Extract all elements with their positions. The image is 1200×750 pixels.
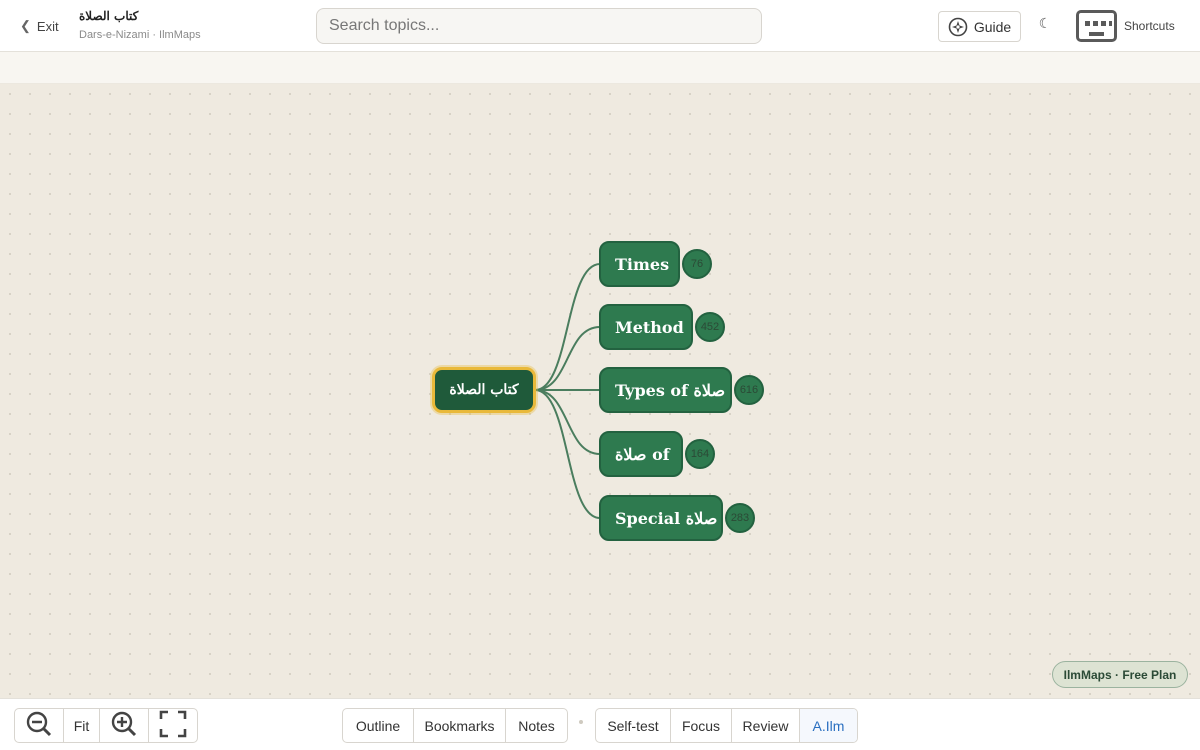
zoom-in-button[interactable] (100, 709, 149, 742)
top-bar: ❮ Exit كتاب الصلاة Dars-e-Nizami · IlmMa… (0, 0, 1200, 52)
tab-review[interactable]: Review (732, 709, 800, 742)
bottom-toolbar: Fit Outline Bookmarks Notes Self-test Fo… (0, 698, 1200, 750)
root-node[interactable]: كتاب الصلاة (432, 367, 536, 413)
plan-badge[interactable]: IlmMaps · Free Plan (1052, 661, 1188, 688)
panel-tabs: Outline Bookmarks Notes (342, 708, 568, 743)
tab-outline-label: Outline (355, 717, 401, 734)
edge-special (534, 389, 601, 519)
topic-node-times[interactable]: Times (599, 241, 680, 287)
fullscreen-icon (159, 710, 187, 741)
fullscreen-button[interactable] (149, 709, 197, 742)
edge-method (534, 326, 601, 391)
secondary-toolbar (0, 52, 1200, 84)
topic-node-special-salah[interactable]: Special صلاة (599, 495, 723, 541)
tab-self-test[interactable]: Self-test (596, 709, 671, 742)
moon-icon: ☾ (1038, 16, 1052, 32)
topic-node-label: Special صلاة (615, 508, 718, 528)
zoom-controls: Fit (14, 708, 198, 743)
guide-button[interactable]: Guide (938, 11, 1021, 42)
map-title-block: كتاب الصلاة Dars-e-Nizami · IlmMaps (79, 8, 201, 42)
tab-a-ilm[interactable]: A.Ilm (800, 709, 857, 742)
edge-times (534, 263, 601, 391)
topic-node-label: صلاة of (615, 444, 670, 464)
tab-focus[interactable]: Focus (671, 709, 732, 742)
tab-bookmarks[interactable]: Bookmarks (414, 709, 506, 742)
page-subtitle: Dars-e-Nizami · IlmMaps (79, 29, 201, 41)
mindmap-canvas[interactable]: كتاب الصلاة Times 76 Method 452 Types of… (0, 84, 1200, 698)
topic-node-label: Method (615, 317, 684, 337)
count-badge: 76 (682, 249, 712, 279)
topic-node-label: Types of صلاة (615, 380, 726, 400)
compass-icon (948, 17, 968, 37)
mode-tabs: Self-test Focus Review A.Ilm (595, 708, 858, 743)
count-badge: 452 (695, 312, 725, 342)
zoom-in-icon (110, 710, 138, 741)
shortcuts-button[interactable]: Shortcuts (1076, 10, 1175, 42)
tab-self-test-label: Self-test (607, 717, 659, 734)
fit-button[interactable]: Fit (64, 709, 100, 742)
separator-dot (579, 720, 583, 724)
topic-node-method[interactable]: Method (599, 304, 693, 350)
tab-focus-label: Focus (681, 717, 721, 734)
topic-node-salah-of[interactable]: صلاة of (599, 431, 683, 477)
topic-node-label: Times (615, 254, 670, 274)
zoom-out-icon (25, 710, 53, 741)
tab-review-label: Review (742, 717, 789, 734)
topic-node-types-of-salah[interactable]: Types of صلاة (599, 367, 732, 413)
count-badge: 164 (685, 439, 715, 469)
tab-notes-label: Notes (518, 717, 555, 734)
zoom-out-button[interactable] (15, 709, 64, 742)
tab-outline[interactable]: Outline (343, 709, 414, 742)
exit-button[interactable]: ❮ Exit (20, 16, 59, 36)
tab-bookmarks-label: Bookmarks (424, 717, 495, 734)
guide-label: Guide (973, 18, 1012, 35)
exit-label: Exit (36, 18, 59, 34)
count-badge: 616 (734, 375, 764, 405)
root-node-label: كتاب الصلاة (449, 382, 519, 398)
edge-salah-of (534, 389, 601, 455)
keyboard-icon (1076, 10, 1117, 42)
chevron-left-icon: ❮ (20, 18, 31, 33)
page-title: كتاب الصلاة (79, 9, 139, 23)
tab-a-ilm-label: A.Ilm (812, 717, 845, 734)
tab-notes[interactable]: Notes (506, 709, 567, 742)
count-badge: 283 (725, 503, 755, 533)
shortcuts-label: Shortcuts (1124, 19, 1175, 33)
fit-label: Fit (73, 717, 90, 734)
search-input[interactable] (316, 8, 762, 44)
theme-toggle-button[interactable]: ☾ (1038, 16, 1052, 36)
